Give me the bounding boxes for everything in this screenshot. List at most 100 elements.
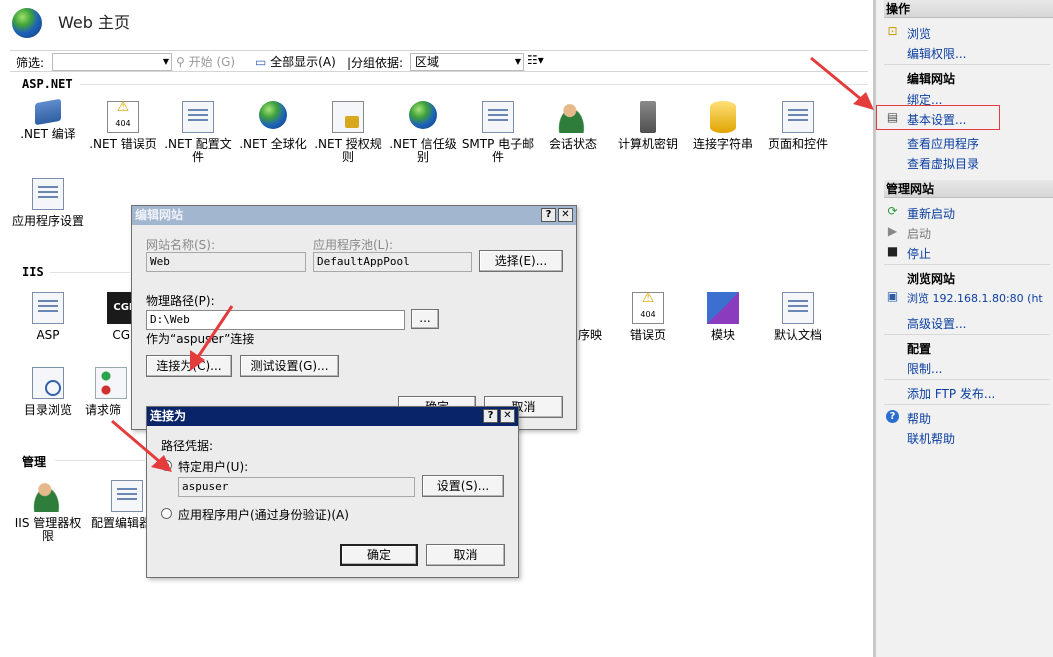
iis-manager-permissions-icon	[32, 480, 64, 512]
test-settings-button[interactable]: 测试设置(G)...	[240, 355, 339, 377]
app-settings-icon	[32, 178, 64, 210]
feature-label: 配置编辑器	[91, 516, 147, 530]
feature-pages-controls[interactable]: 页面和控件	[760, 101, 836, 151]
help-icon: ?	[886, 410, 899, 423]
connect-as-ok-button[interactable]: 确定	[340, 544, 418, 566]
feature-net-authorization[interactable]: .NET 授权规则	[310, 101, 386, 164]
page-title: Web 主页	[58, 13, 130, 32]
feature-label: .NET 信任级别	[389, 137, 457, 164]
connect-as-status-text: 作为“aspuser”连接	[146, 332, 255, 346]
start-filter-button[interactable]: ⚲ 开始 (G)	[176, 53, 235, 70]
help-button[interactable]: ?	[541, 208, 556, 222]
handler-mappings-icon	[574, 292, 606, 324]
close-button[interactable]: ✕	[500, 409, 515, 423]
physical-path-input[interactable]: D:\Web	[146, 310, 405, 330]
pages-controls-icon	[782, 101, 814, 133]
feature-label: 默认文档	[773, 328, 822, 342]
feature-modules[interactable]: 模块	[685, 292, 761, 342]
actions-divider	[884, 334, 1050, 335]
connect-as-cancel-button[interactable]: 取消	[426, 544, 505, 566]
actions-divider	[884, 64, 1050, 65]
online-help-link[interactable]: 联机帮助	[907, 430, 955, 447]
help-link[interactable]: 帮助	[907, 410, 931, 427]
group-by-label: |分组依据:	[347, 56, 404, 70]
browse-path-button[interactable]: ...	[411, 309, 439, 329]
restart-link[interactable]: 重新启动	[907, 205, 955, 222]
feature-app-settings[interactable]: 应用程序设置	[10, 178, 86, 228]
default-document-icon	[782, 292, 814, 324]
feature-session-state[interactable]: 会话状态	[535, 101, 611, 151]
feature-connection-strings[interactable]: 连接字符串	[685, 101, 761, 151]
chevron-down-icon[interactable]: ▼	[513, 54, 523, 70]
browse-folder-icon: ⊡	[887, 24, 898, 38]
feature-label: IIS 管理器权限	[14, 516, 82, 543]
actions-header: 操作	[884, 0, 1053, 18]
add-ftp-link[interactable]: 添加 FTP 发布...	[907, 385, 995, 402]
feature-label: ASP	[36, 328, 60, 342]
filter-label: 筛选:	[16, 56, 45, 70]
limits-link[interactable]: 限制...	[907, 360, 942, 377]
feature-label: 会话状态	[548, 137, 597, 151]
start-link: 启动	[907, 227, 932, 241]
feature-net-error-pages[interactable]: .NET 错误页	[85, 101, 161, 151]
feature-label: 计算机密钥	[617, 137, 678, 151]
error-pages-icon	[632, 292, 664, 324]
machine-key-icon	[640, 101, 656, 133]
stop-link[interactable]: 停止	[907, 245, 931, 262]
feature-net-globalization[interactable]: .NET 全球化	[235, 101, 311, 151]
help-button[interactable]: ?	[483, 409, 498, 423]
feature-request-filtering[interactable]: 请求筛	[85, 367, 137, 417]
view-applications-link[interactable]: 查看应用程序	[907, 135, 979, 152]
advanced-settings-link[interactable]: 高级设置...	[907, 315, 966, 332]
physical-path-label: 物理路径(P):	[146, 294, 215, 308]
close-button[interactable]: ✕	[558, 208, 573, 222]
specific-user-radio[interactable]	[161, 460, 172, 471]
view-mode-button[interactable]: ☷▾	[527, 53, 544, 67]
chevron-down-icon[interactable]: ▼	[161, 54, 171, 70]
show-all-button[interactable]: ▭ 全部显示(A)	[255, 53, 336, 70]
browse-url-link[interactable]: 浏览 192.168.1.80:80 (ht	[907, 290, 1043, 306]
edit-permissions-link[interactable]: 编辑权限...	[907, 45, 966, 62]
app-user-label: 应用程序用户(通过身份验证)(A)	[178, 508, 349, 522]
feature-net-trust-levels[interactable]: .NET 信任级别	[385, 101, 461, 164]
app-pool-label: 应用程序池(L):	[313, 238, 394, 252]
feature-net-compile[interactable]: .NET 编译	[10, 98, 86, 141]
feature-smtp-email[interactable]: SMTP 电子邮件	[460, 101, 536, 164]
feature-error-pages[interactable]: 错误页	[610, 292, 686, 342]
app-user-radio[interactable]	[161, 508, 172, 519]
set-user-button[interactable]: 设置(S)...	[422, 475, 504, 497]
feature-label: 请求筛	[85, 403, 122, 417]
group-by-select[interactable]: 区域 ▼	[410, 53, 524, 71]
specific-user-label: 特定用户(U):	[178, 460, 249, 474]
net-profile-icon	[182, 101, 214, 133]
actions-divider	[884, 379, 1050, 380]
feature-iis-manager-permissions[interactable]: IIS 管理器权限	[10, 480, 86, 543]
feature-config-editor[interactable]: 配置编辑器	[85, 480, 147, 530]
section-divider	[55, 460, 145, 461]
edit-site-heading: 编辑网站	[907, 72, 956, 86]
feature-default-document[interactable]: 默认文档	[760, 292, 836, 342]
edit-site-dialog-title: 编辑网站	[132, 206, 576, 225]
feature-label: .NET 全球化	[239, 137, 307, 151]
connection-strings-icon	[710, 101, 736, 133]
filter-input[interactable]: ▼	[52, 53, 172, 71]
section-manage-title: 管理	[22, 455, 47, 469]
feature-directory-browsing[interactable]: 目录浏览	[10, 367, 86, 417]
actions-divider	[884, 404, 1050, 405]
view-virtual-directories-link[interactable]: 查看虚拟目录	[907, 155, 979, 172]
feature-label: 模块	[710, 328, 735, 342]
request-filtering-icon	[95, 367, 127, 399]
feature-label: 目录浏览	[23, 403, 72, 417]
feature-net-profile[interactable]: .NET 配置文件	[160, 101, 236, 164]
net-compile-icon	[35, 98, 61, 126]
feature-machine-key[interactable]: 计算机密钥	[610, 101, 686, 151]
feature-asp[interactable]: ASP	[10, 292, 86, 342]
connect-as-button[interactable]: 连接为(C)...	[146, 355, 232, 377]
actions-divider	[884, 264, 1050, 265]
browse-link[interactable]: 浏览	[907, 25, 931, 42]
feature-label: SMTP 电子邮件	[461, 137, 535, 164]
start-icon: ▶	[887, 224, 898, 238]
modules-icon	[707, 292, 739, 324]
select-app-pool-button[interactable]: 选择(E)...	[479, 250, 563, 272]
group-by-value: 区域	[415, 55, 440, 69]
